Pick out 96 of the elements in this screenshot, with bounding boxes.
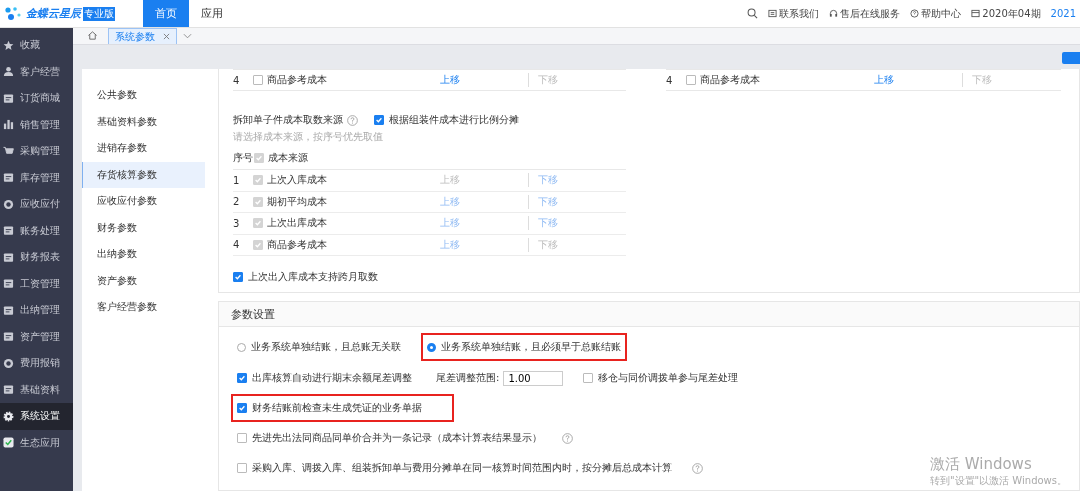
sidebar-item[interactable]: 生态应用 — [0, 429, 73, 456]
edition-badge: 专业版 — [83, 6, 115, 21]
cost-source-label: 上次出库成本 — [267, 216, 329, 231]
header-link[interactable]: 售后在线服务 — [840, 6, 901, 21]
sidebar-item[interactable]: 应收应付 — [0, 191, 73, 218]
radio-button[interactable] — [237, 342, 246, 352]
cost-source-label: 期初平均成本 — [267, 194, 329, 209]
settings-menu-item[interactable]: 应收应付参数 — [82, 188, 205, 215]
column-header: 序号 — [233, 151, 254, 165]
radio-label: 业务系统单独结账，且总账无关联 — [251, 340, 401, 354]
chart-icon — [3, 119, 14, 131]
move-up-link[interactable]: 上移 — [439, 73, 460, 87]
checkbox[interactable] — [686, 75, 697, 85]
person-icon — [3, 66, 14, 78]
sidebar-item[interactable]: 采购管理 — [0, 138, 73, 165]
settings-menu-item[interactable]: 财务参数 — [82, 214, 205, 241]
coin-icon — [3, 198, 14, 210]
checkbox[interactable] — [253, 75, 264, 85]
help-icon[interactable] — [347, 114, 358, 126]
caret-icon[interactable] — [183, 33, 192, 39]
input-field[interactable]: 1.00 — [503, 370, 564, 386]
option-label: 采购入库、调拨入库、组装拆卸单与费用分摊单在同一核算时间范围内时，按分摊后总成本计算 — [252, 461, 672, 475]
row-index: 3 — [233, 217, 241, 229]
period-label: 2020年04期 — [982, 6, 1041, 21]
checkbox[interactable] — [583, 373, 594, 383]
sidebar-item[interactable]: 收藏 — [0, 32, 73, 59]
settings-menu-item[interactable]: 进销存参数 — [82, 135, 205, 162]
activation-text: 转到"设置"以激活 Windows。 — [929, 474, 1067, 488]
field-label: 尾差调整范围: — [436, 371, 500, 385]
option-label: 根据组装件成本进行比例分摊 — [389, 113, 519, 127]
sidebar-item[interactable]: 账务处理 — [0, 217, 73, 244]
sidebar-item[interactable]: 工资管理 — [0, 270, 73, 297]
sidebar-item[interactable]: 销售管理 — [0, 111, 73, 138]
close-icon[interactable] — [163, 33, 170, 40]
help-icon — [910, 9, 920, 18]
nav-tab[interactable]: 应用 — [189, 0, 235, 27]
row-index: 4 — [666, 74, 674, 86]
section-label: 拆卸单子件成本取数来源 — [233, 113, 343, 127]
row-index: 1 — [233, 174, 241, 186]
row-index: 4 — [233, 74, 241, 86]
settings-menu-item[interactable]: 存货核算参数 — [82, 161, 205, 188]
option-label: 财务结账前检查未生成凭证的业务单据 — [252, 401, 422, 415]
sidebar-item[interactable]: 费用报销 — [0, 350, 73, 377]
sidebar-item[interactable]: 资产管理 — [0, 323, 73, 350]
checkbox[interactable] — [237, 433, 247, 443]
cost-source-label: 商品参考成本 — [700, 73, 762, 87]
option-label: 出库核算自动进行期末余额尾差调整 — [252, 371, 412, 385]
sidebar-item[interactable]: 系统设置 — [0, 403, 73, 430]
sidebar-item[interactable]: 库存管理 — [0, 164, 73, 191]
star-icon — [3, 39, 14, 51]
check-icon — [3, 437, 14, 449]
row-index: 2 — [233, 196, 241, 208]
cart-icon — [3, 145, 14, 157]
settings-menu-item[interactable]: 出纳参数 — [82, 241, 205, 268]
help-icon[interactable] — [562, 432, 573, 444]
checkbox[interactable] — [237, 373, 247, 383]
option-label: 先进先出法同商品同单价合并为一条记录（成本计算表结果显示） — [252, 431, 542, 445]
sidebar-item[interactable]: 出纳管理 — [0, 297, 73, 324]
sidebar-item[interactable]: 基础资料 — [0, 376, 73, 403]
page-tab[interactable]: 系统参数 — [108, 28, 177, 44]
activation-title: 激活 Windows — [929, 455, 1033, 474]
cost-source-label: 上次入库成本 — [267, 173, 329, 188]
row-index: 4 — [233, 239, 241, 251]
year-selector[interactable]: 2021 — [1050, 8, 1076, 19]
checkbox[interactable] — [237, 403, 247, 413]
checkbox[interactable] — [237, 463, 247, 473]
sidebar-item[interactable]: 客户经营 — [0, 58, 73, 85]
settings-menu-item[interactable]: 资产参数 — [82, 267, 205, 294]
header-link[interactable]: 帮助中心 — [921, 6, 962, 21]
contact-icon — [768, 9, 778, 18]
radio-label: 业务系统单独结账，且必须早于总账结账 — [441, 340, 621, 354]
calendar-icon — [971, 9, 981, 18]
gear-icon — [3, 410, 14, 422]
cost-source-label: 商品参考成本 — [267, 237, 329, 252]
settings-menu-item[interactable]: 基础资料参数 — [82, 108, 205, 135]
home-icon[interactable] — [87, 30, 98, 41]
column-header: 成本来源 — [268, 151, 309, 165]
action-button[interactable] — [1062, 52, 1080, 64]
help-icon[interactable] — [692, 462, 703, 474]
settings-menu-item[interactable]: 客户经营参数 — [82, 294, 205, 321]
logo-text: 金蝶云星辰 — [26, 6, 81, 21]
search-icon[interactable] — [747, 8, 759, 19]
checkbox[interactable] — [233, 272, 243, 282]
radio-button[interactable] — [427, 342, 436, 352]
option-label: 移仓与同价调拨单参与尾差处理 — [598, 371, 739, 385]
sidebar-item[interactable]: 财务报表 — [0, 244, 73, 271]
hint-text: 请选择成本来源，按序号优先取值 — [233, 130, 384, 144]
sidebar-item[interactable]: 订货商城 — [0, 85, 73, 112]
section-title: 参数设置 — [219, 302, 1079, 327]
nav-tab[interactable]: 首页 — [143, 0, 189, 27]
header-link[interactable]: 联系我们 — [779, 6, 820, 21]
move-up-link[interactable]: 上移 — [873, 73, 894, 87]
headset-icon — [829, 9, 839, 18]
settings-menu-item[interactable]: 公共参数 — [82, 82, 205, 109]
option-label: 上次出入库成本支持跨月取数 — [248, 270, 378, 284]
cost-source-label: 商品参考成本 — [267, 73, 329, 87]
